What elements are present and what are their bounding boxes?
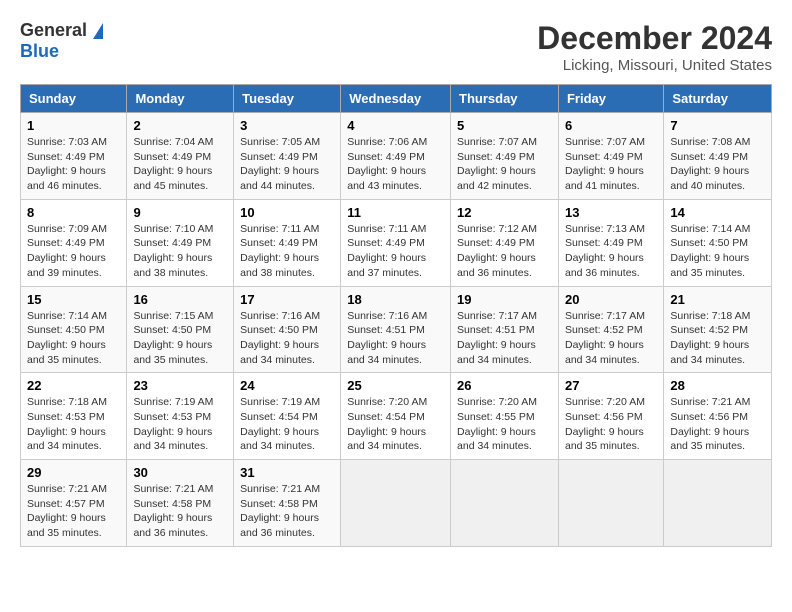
empty-cell-3 (558, 460, 663, 547)
day-info-1: Sunrise: 7:03 AM Sunset: 4:49 PM Dayligh… (27, 135, 120, 194)
header: General Blue December 2024 Licking, Miss… (20, 20, 772, 74)
day-number-29: 29 (27, 465, 120, 480)
day-number-14: 14 (670, 205, 765, 220)
col-monday: Monday (127, 85, 234, 113)
col-saturday: Saturday (664, 85, 772, 113)
day-cell-19: 19 Sunrise: 7:17 AM Sunset: 4:51 PM Dayl… (451, 286, 559, 373)
col-thursday: Thursday (451, 85, 559, 113)
day-cell-8: 8 Sunrise: 7:09 AM Sunset: 4:49 PM Dayli… (21, 199, 127, 286)
empty-cell-2 (451, 460, 559, 547)
col-tuesday: Tuesday (234, 85, 341, 113)
day-number-28: 28 (670, 378, 765, 393)
title-area: December 2024 Licking, Missouri, United … (537, 20, 772, 74)
day-cell-22: 22 Sunrise: 7:18 AM Sunset: 4:53 PM Dayl… (21, 373, 127, 460)
day-cell-14: 14 Sunrise: 7:14 AM Sunset: 4:50 PM Dayl… (664, 199, 772, 286)
day-info-3: Sunrise: 7:05 AM Sunset: 4:49 PM Dayligh… (240, 135, 334, 194)
col-friday: Friday (558, 85, 663, 113)
day-cell-4: 4 Sunrise: 7:06 AM Sunset: 4:49 PM Dayli… (341, 113, 451, 200)
calendar-week-3: 15 Sunrise: 7:14 AM Sunset: 4:50 PM Dayl… (21, 286, 772, 373)
day-cell-21: 21 Sunrise: 7:18 AM Sunset: 4:52 PM Dayl… (664, 286, 772, 373)
day-cell-3: 3 Sunrise: 7:05 AM Sunset: 4:49 PM Dayli… (234, 113, 341, 200)
day-number-4: 4 (347, 118, 444, 133)
day-cell-24: 24 Sunrise: 7:19 AM Sunset: 4:54 PM Dayl… (234, 373, 341, 460)
day-info-5: Sunrise: 7:07 AM Sunset: 4:49 PM Dayligh… (457, 135, 552, 194)
day-cell-10: 10 Sunrise: 7:11 AM Sunset: 4:49 PM Dayl… (234, 199, 341, 286)
day-cell-12: 12 Sunrise: 7:12 AM Sunset: 4:49 PM Dayl… (451, 199, 559, 286)
calendar-week-1: 1 Sunrise: 7:03 AM Sunset: 4:49 PM Dayli… (21, 113, 772, 200)
day-cell-16: 16 Sunrise: 7:15 AM Sunset: 4:50 PM Dayl… (127, 286, 234, 373)
day-cell-26: 26 Sunrise: 7:20 AM Sunset: 4:55 PM Dayl… (451, 373, 559, 460)
day-number-9: 9 (133, 205, 227, 220)
day-cell-11: 11 Sunrise: 7:11 AM Sunset: 4:49 PM Dayl… (341, 199, 451, 286)
day-info-2: Sunrise: 7:04 AM Sunset: 4:49 PM Dayligh… (133, 135, 227, 194)
day-number-23: 23 (133, 378, 227, 393)
day-number-5: 5 (457, 118, 552, 133)
day-info-7: Sunrise: 7:08 AM Sunset: 4:49 PM Dayligh… (670, 135, 765, 194)
day-cell-23: 23 Sunrise: 7:19 AM Sunset: 4:53 PM Dayl… (127, 373, 234, 460)
day-cell-13: 13 Sunrise: 7:13 AM Sunset: 4:49 PM Dayl… (558, 199, 663, 286)
day-cell-27: 27 Sunrise: 7:20 AM Sunset: 4:56 PM Dayl… (558, 373, 663, 460)
calendar-week-5: 29 Sunrise: 7:21 AM Sunset: 4:57 PM Dayl… (21, 460, 772, 547)
calendar-header-row: Sunday Monday Tuesday Wednesday Thursday… (21, 85, 772, 113)
day-cell-5: 5 Sunrise: 7:07 AM Sunset: 4:49 PM Dayli… (451, 113, 559, 200)
day-number-16: 16 (133, 292, 227, 307)
day-number-12: 12 (457, 205, 552, 220)
empty-cell-1 (341, 460, 451, 547)
day-cell-2: 2 Sunrise: 7:04 AM Sunset: 4:49 PM Dayli… (127, 113, 234, 200)
day-number-7: 7 (670, 118, 765, 133)
day-cell-31: 31 Sunrise: 7:21 AM Sunset: 4:58 PM Dayl… (234, 460, 341, 547)
day-number-6: 6 (565, 118, 657, 133)
day-number-18: 18 (347, 292, 444, 307)
day-cell-29: 29 Sunrise: 7:21 AM Sunset: 4:57 PM Dayl… (21, 460, 127, 547)
day-cell-30: 30 Sunrise: 7:21 AM Sunset: 4:58 PM Dayl… (127, 460, 234, 547)
day-number-31: 31 (240, 465, 334, 480)
calendar-table: Sunday Monday Tuesday Wednesday Thursday… (20, 84, 772, 547)
day-cell-18: 18 Sunrise: 7:16 AM Sunset: 4:51 PM Dayl… (341, 286, 451, 373)
main-title: December 2024 (537, 20, 772, 57)
day-number-3: 3 (240, 118, 334, 133)
col-sunday: Sunday (21, 85, 127, 113)
day-info-6: Sunrise: 7:07 AM Sunset: 4:49 PM Dayligh… (565, 135, 657, 194)
day-number-10: 10 (240, 205, 334, 220)
logo-triangle (93, 23, 103, 39)
logo: General Blue (20, 20, 103, 62)
day-number-25: 25 (347, 378, 444, 393)
logo-general: General (20, 20, 87, 41)
day-cell-7: 7 Sunrise: 7:08 AM Sunset: 4:49 PM Dayli… (664, 113, 772, 200)
day-number-22: 22 (27, 378, 120, 393)
calendar-week-2: 8 Sunrise: 7:09 AM Sunset: 4:49 PM Dayli… (21, 199, 772, 286)
day-number-27: 27 (565, 378, 657, 393)
logo-blue: Blue (20, 41, 59, 62)
day-cell-28: 28 Sunrise: 7:21 AM Sunset: 4:56 PM Dayl… (664, 373, 772, 460)
empty-cell-4 (664, 460, 772, 547)
day-number-13: 13 (565, 205, 657, 220)
day-cell-17: 17 Sunrise: 7:16 AM Sunset: 4:50 PM Dayl… (234, 286, 341, 373)
day-cell-9: 9 Sunrise: 7:10 AM Sunset: 4:49 PM Dayli… (127, 199, 234, 286)
day-number-20: 20 (565, 292, 657, 307)
day-cell-25: 25 Sunrise: 7:20 AM Sunset: 4:54 PM Dayl… (341, 373, 451, 460)
day-number-11: 11 (347, 205, 444, 220)
day-number-8: 8 (27, 205, 120, 220)
day-number-1: 1 (27, 118, 120, 133)
subtitle: Licking, Missouri, United States (537, 57, 772, 74)
day-cell-1: 1 Sunrise: 7:03 AM Sunset: 4:49 PM Dayli… (21, 113, 127, 200)
day-number-26: 26 (457, 378, 552, 393)
day-number-19: 19 (457, 292, 552, 307)
day-number-17: 17 (240, 292, 334, 307)
col-wednesday: Wednesday (341, 85, 451, 113)
day-number-21: 21 (670, 292, 765, 307)
day-number-30: 30 (133, 465, 227, 480)
day-number-24: 24 (240, 378, 334, 393)
day-number-2: 2 (133, 118, 227, 133)
day-cell-20: 20 Sunrise: 7:17 AM Sunset: 4:52 PM Dayl… (558, 286, 663, 373)
day-info-4: Sunrise: 7:06 AM Sunset: 4:49 PM Dayligh… (347, 135, 444, 194)
day-cell-6: 6 Sunrise: 7:07 AM Sunset: 4:49 PM Dayli… (558, 113, 663, 200)
calendar-week-4: 22 Sunrise: 7:18 AM Sunset: 4:53 PM Dayl… (21, 373, 772, 460)
day-cell-15: 15 Sunrise: 7:14 AM Sunset: 4:50 PM Dayl… (21, 286, 127, 373)
day-number-15: 15 (27, 292, 120, 307)
